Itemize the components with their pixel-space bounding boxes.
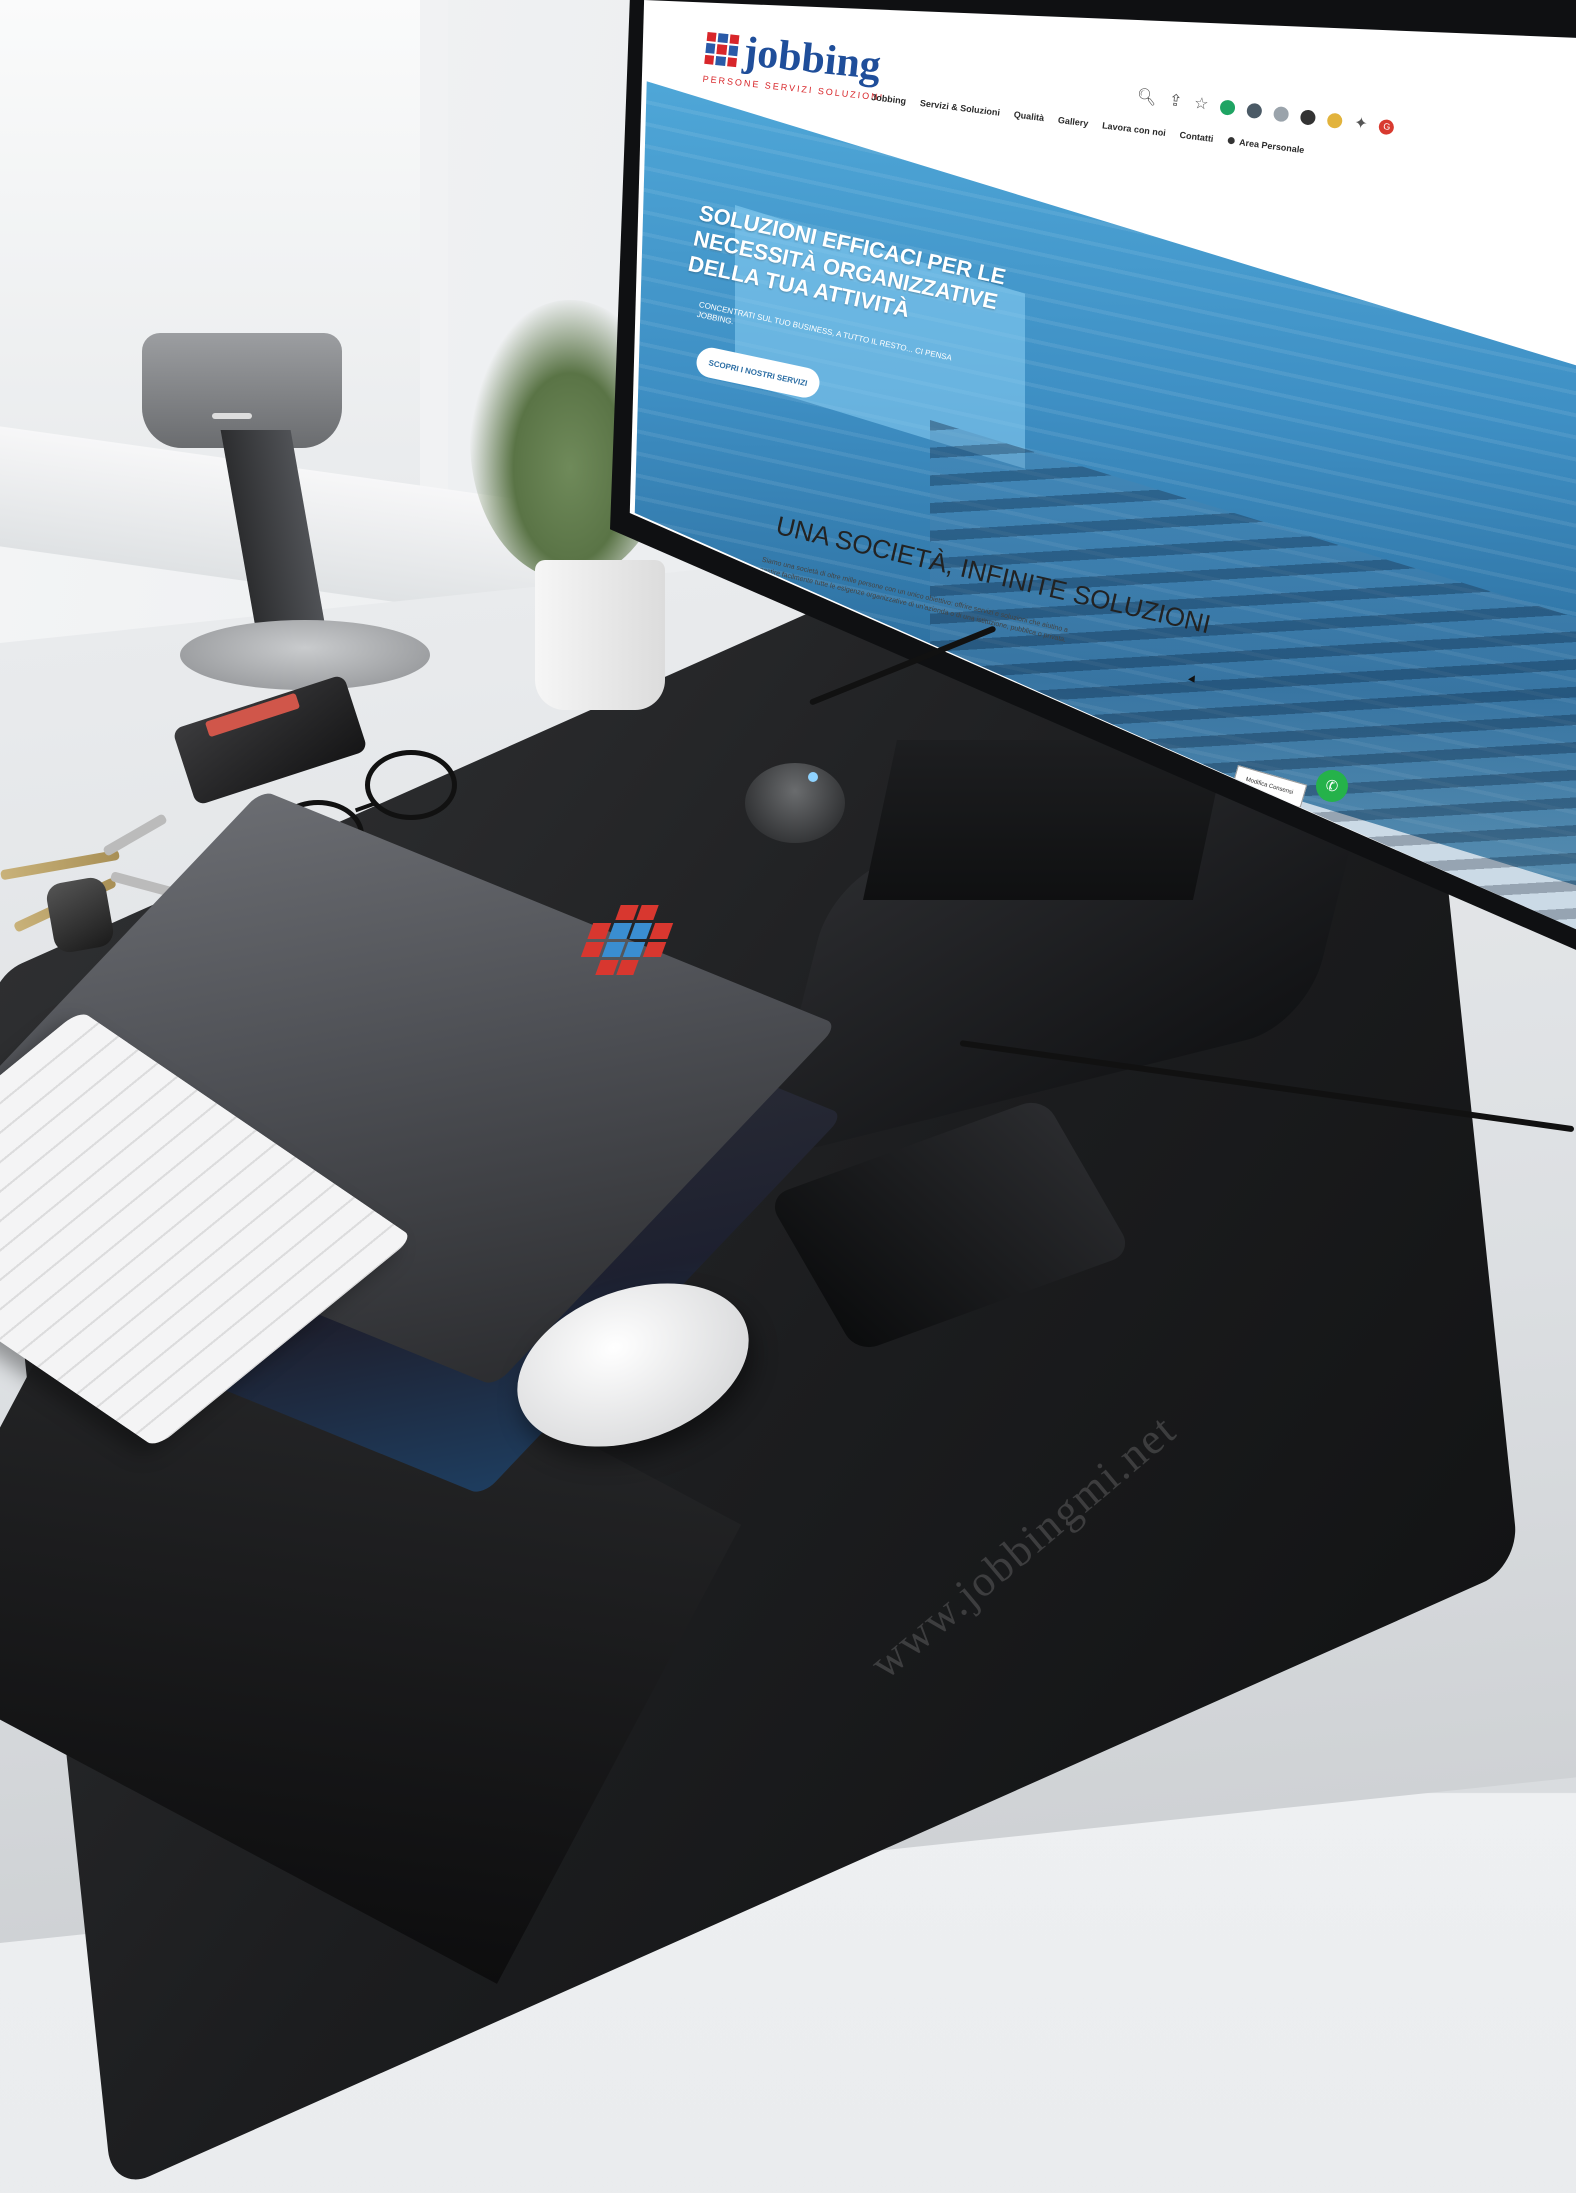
zoom-icon[interactable]: 🔍︎ — [1136, 86, 1159, 108]
share-icon[interactable]: ⇪ — [1168, 90, 1184, 111]
nav-item-servizi[interactable]: Servizi & Soluzioni — [919, 98, 1000, 118]
logo-mark-icon — [704, 31, 740, 68]
plant-pot — [535, 560, 665, 710]
speaker-base — [180, 620, 430, 690]
nav-item-qualita[interactable]: Qualità — [1013, 109, 1045, 123]
key — [102, 813, 168, 857]
user-icon — [1226, 136, 1235, 145]
extension-icon[interactable] — [1246, 102, 1263, 119]
webcam-puck — [745, 763, 845, 843]
extension-icon[interactable] — [1299, 108, 1317, 126]
key — [0, 849, 120, 881]
speaker-brand-plate — [212, 413, 252, 419]
nav-item-lavora[interactable]: Lavora con noi — [1102, 120, 1167, 138]
area-personale-label: Area Personale — [1238, 137, 1305, 156]
nav-item-contatti[interactable]: Contatti — [1179, 130, 1214, 144]
whatsapp-icon[interactable]: ✆ — [1316, 770, 1348, 802]
extension-icon[interactable] — [1326, 111, 1344, 129]
site-logo[interactable]: jobbing PERSONE SERVIZI SOLUZIONI — [701, 28, 884, 113]
bookmark-star-icon[interactable]: ☆ — [1193, 93, 1210, 115]
glasses-lens-right — [365, 750, 457, 820]
nav-item-jobbing[interactable]: Jobbing — [871, 92, 907, 106]
puck-light — [808, 772, 818, 782]
car-key-fob — [44, 875, 116, 955]
extension-icon[interactable] — [1272, 105, 1290, 123]
nav-item-area-personale[interactable]: Area Personale — [1226, 136, 1305, 156]
profile-avatar[interactable]: G — [1378, 118, 1396, 135]
nav-item-gallery[interactable]: Gallery — [1057, 115, 1089, 129]
extension-icon[interactable] — [1219, 98, 1237, 116]
puzzle-icon[interactable]: ✦ — [1353, 113, 1369, 134]
